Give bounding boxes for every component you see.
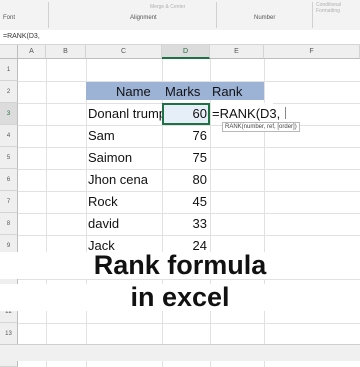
marks-cell[interactable]: 75 — [162, 151, 207, 164]
name-cell[interactable]: Sam — [88, 129, 115, 142]
column-header-f[interactable]: F — [264, 45, 360, 59]
sheet-tab-bar — [0, 344, 360, 361]
name-cell[interactable]: Rock — [88, 195, 118, 208]
name-cell[interactable]: Jhon cena — [88, 173, 148, 186]
column-header-b[interactable]: B — [46, 45, 86, 59]
ribbon: Merge & Center Conditional Formatting Fo… — [0, 0, 360, 31]
marks-cell-selected[interactable]: 60 — [162, 103, 210, 125]
number-group-label: Number — [254, 15, 276, 21]
name-cell[interactable]: Donanl trump — [88, 107, 166, 120]
header-cell-marks[interactable]: Marks — [162, 82, 210, 100]
header-cell-name[interactable]: Name — [86, 82, 162, 100]
row-header[interactable]: 3 — [0, 103, 18, 125]
ribbon-divider — [216, 2, 217, 28]
marks-cell[interactable]: 80 — [162, 173, 207, 186]
select-all-corner[interactable] — [0, 45, 18, 59]
row-header[interactable]: 1 — [0, 59, 18, 81]
caption-line-2: in excel — [0, 284, 360, 311]
column-header-d[interactable]: D — [162, 45, 210, 59]
ribbon-divider — [312, 2, 313, 28]
ribbon-divider — [48, 2, 49, 28]
merge-center-button[interactable]: Merge & Center — [150, 4, 185, 10]
conditional-formatting-button[interactable]: Conditional Formatting — [316, 2, 356, 14]
row-header[interactable]: 8 — [0, 213, 18, 235]
row-header[interactable]: 7 — [0, 191, 18, 213]
text-cursor — [285, 107, 286, 119]
alignment-group-label: Alignment — [130, 15, 157, 21]
column-header-a[interactable]: A — [18, 45, 46, 59]
column-header-c[interactable]: C — [86, 45, 162, 59]
font-group-label: Font — [3, 15, 16, 21]
row-header[interactable]: 13 — [0, 323, 18, 345]
formula-bar-content[interactable]: =RANK(D3, — [3, 33, 40, 40]
name-cell[interactable]: Saimon — [88, 151, 132, 164]
marks-cell[interactable]: 33 — [162, 217, 207, 230]
function-tooltip[interactable]: RANK(number, ref, [order]) — [222, 122, 300, 132]
column-header-e[interactable]: E — [210, 45, 264, 59]
marks-cell[interactable]: 45 — [162, 195, 207, 208]
row-header[interactable]: 5 — [0, 147, 18, 169]
name-cell[interactable]: david — [88, 217, 119, 230]
formula-bar[interactable]: =RANK(D3, — [0, 30, 360, 45]
row-header[interactable]: 6 — [0, 169, 18, 191]
header-cell-rank[interactable]: Rank — [210, 82, 264, 100]
marks-cell[interactable]: 76 — [162, 129, 207, 142]
caption-line-1: Rank formula — [0, 252, 360, 279]
row-header[interactable]: 4 — [0, 125, 18, 147]
row-header[interactable]: 2 — [0, 81, 18, 103]
